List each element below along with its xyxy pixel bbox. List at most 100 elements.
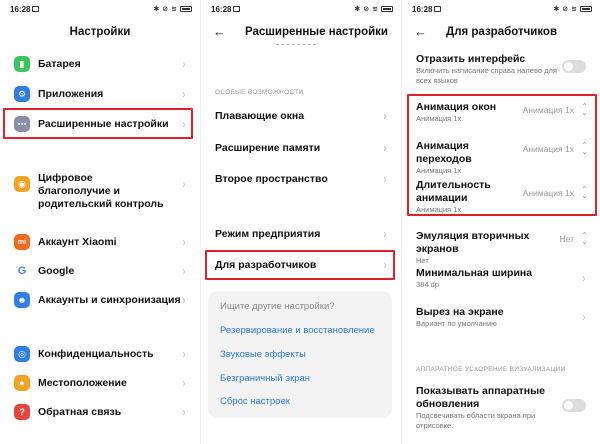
page-title: Расширенные настройки	[245, 26, 389, 38]
back-arrow-icon[interactable]: ←	[213, 24, 226, 39]
settings-item-battery[interactable]: ▮ Батарея ›	[0, 56, 200, 74]
list-item-second-space[interactable]: Второе пространство ›	[201, 171, 401, 187]
page-title: Для разработчиков	[446, 26, 558, 38]
chevron-right-icon: ›	[582, 271, 586, 285]
chevron-right-icon: ›	[182, 293, 186, 307]
status-time: 16:28	[412, 5, 433, 14]
setting-current-value: Анимация 1x	[416, 205, 462, 214]
suggestion-link-borderless-screen[interactable]: Безграничный экран	[220, 373, 310, 384]
chevron-right-icon: ›	[383, 141, 387, 155]
list-item-enterprise-mode[interactable]: Режим предприятия ›	[201, 226, 401, 242]
status-bar: 16:28 ✱ ⊘ ≋	[412, 5, 592, 17]
dropdown-value: Нет	[559, 234, 574, 244]
suggestion-link-backup[interactable]: Резервирование и восстановление	[220, 325, 375, 336]
chevron-right-icon: ›	[182, 264, 186, 278]
feedback-icon: ?	[14, 404, 30, 420]
settings-item-privacy[interactable]: ◎ Конфиденциальность ›	[0, 346, 200, 364]
settings-item-label: Приложения	[38, 88, 104, 100]
settings-item-advanced[interactable]: ⋯ Расширенные настройки ›	[0, 116, 200, 134]
mute-icon: ⊘	[162, 6, 169, 13]
setting-show-hw-updates[interactable]: Показывать аппаратные обновления Подсвеч…	[402, 385, 600, 431]
toggle-switch[interactable]	[562, 60, 586, 73]
updown-chevron-icon: ⌃ ⌄	[581, 141, 588, 156]
settings-item-feedback[interactable]: ? Обратная связь ›	[0, 404, 200, 422]
page-title: Настройки	[69, 26, 131, 38]
search-suggestions-card: Ищите другие настройки? Резервирование и…	[208, 291, 392, 418]
setting-description: Подсвечивать области экрана при отрисовк…	[416, 411, 536, 430]
updown-chevron-icon: ⌃ ⌄	[581, 231, 588, 246]
setting-secondary-displays[interactable]: Эмуляция вторичных экранов Нет Нет ⌃ ⌄	[402, 230, 600, 265]
settings-item-label: Расширенные настройки	[38, 118, 169, 130]
setting-label: Длительность анимации	[416, 179, 491, 204]
setting-label: Анимация окон	[416, 101, 497, 113]
bluetooth-icon: ✱	[553, 6, 560, 13]
list-item-label: Для разработчиков	[215, 259, 317, 271]
list-item-label: Плавающие окна	[215, 110, 305, 122]
chevron-right-icon: ›	[582, 310, 586, 324]
status-bar: 16:28 ✱ ⊘ ≋	[211, 5, 393, 17]
suggestion-link-sound-effects[interactable]: Звуковые эффекты	[220, 349, 306, 360]
setting-label: Отразить интерфейс	[416, 53, 526, 65]
battery-icon: ▮	[14, 56, 30, 72]
settings-item-label: Аккаунт Xiaomi	[38, 236, 117, 248]
chevron-right-icon: ›	[182, 376, 186, 390]
google-logo-icon: G	[14, 263, 30, 279]
section-caption: ОСОБЫЕ ВОЗМОЖНОСТИ	[215, 89, 304, 96]
dropdown-value: Анимация 1x	[522, 105, 574, 115]
dropdown-value: Анимация 1x	[522, 188, 574, 198]
chevron-right-icon: ›	[383, 172, 387, 186]
list-item-label: Режим предприятия	[215, 228, 321, 240]
back-arrow-icon[interactable]: ←	[414, 24, 427, 39]
wifi-icon: ≋	[171, 6, 177, 13]
setting-label: Показывать аппаратные обновления	[416, 385, 545, 410]
developer-options-screen: 16:28 ✱ ⊘ ≋ ← Для разработчиков Отразить…	[402, 0, 600, 444]
setting-label: Вырез на экране	[416, 306, 504, 318]
battery-status-icon	[580, 6, 592, 12]
settings-item-google[interactable]: G Google ›	[0, 263, 200, 281]
settings-item-xiaomi-account[interactable]: mi Аккаунт Xiaomi ›	[0, 234, 200, 252]
battery-status-icon	[381, 6, 393, 12]
wifi-icon: ≋	[372, 6, 378, 13]
status-time: 16:28	[211, 5, 232, 14]
setting-label: Минимальная ширина	[416, 267, 533, 279]
setting-animation-duration[interactable]: Длительность анимации Анимация 1x Анимац…	[402, 179, 600, 214]
list-item-memory-extension[interactable]: Расширение памяти ›	[201, 140, 401, 156]
chevron-right-icon: ›	[182, 57, 186, 71]
setting-mirror-interface[interactable]: Отразить интерфейс Включить написание сп…	[402, 53, 600, 85]
xiaomi-logo-icon: mi	[14, 234, 30, 250]
settings-item-wellbeing[interactable]: ◉ Цифровое благополучие и родительский к…	[0, 172, 200, 210]
wellbeing-icon: ◉	[14, 176, 30, 192]
setting-current-value: Анимация 1x	[416, 114, 462, 123]
chevron-right-icon: ›	[383, 258, 387, 272]
section-caption: АППАРАТНОЕ УСКОРЕНИЕ ВИЗУАЛИЗАЦИИ	[416, 366, 566, 373]
list-item-floating-windows[interactable]: Плавающие окна ›	[201, 108, 401, 124]
setting-transition-animation[interactable]: Анимация переходов Анимация 1x Анимация …	[402, 140, 600, 175]
setting-current-value: Нет	[416, 256, 429, 265]
setting-min-width[interactable]: Минимальная ширина 384 dp ›	[402, 267, 600, 291]
chevron-right-icon: ›	[182, 117, 186, 131]
updown-chevron-icon: ⌃ ⌄	[581, 185, 588, 200]
setting-display-cutout[interactable]: Вырез на экране Вариант по умолчанию ›	[402, 306, 600, 330]
settings-item-accounts-sync[interactable]: ☻ Аккаунты и синхронизация ›	[0, 292, 200, 310]
chevron-right-icon: ›	[383, 227, 387, 241]
search-question: Ищите другие настройки?	[220, 301, 335, 312]
suggestion-link-reset-settings[interactable]: Сброс настроек	[220, 396, 290, 407]
location-pin-icon: ●	[14, 375, 30, 391]
chevron-right-icon: ›	[182, 347, 186, 361]
chevron-right-icon: ›	[182, 177, 186, 191]
more-dots-icon: ⋯	[14, 116, 30, 132]
settings-item-apps[interactable]: ⚙ Приложения ›	[0, 86, 200, 104]
settings-item-label: Аккаунты и синхронизация	[38, 294, 181, 306]
settings-item-label: Местоположение	[38, 377, 127, 389]
settings-item-location[interactable]: ● Местоположение ›	[0, 375, 200, 393]
setting-label: Эмуляция вторичных экранов	[416, 230, 530, 255]
notification-icon	[32, 6, 40, 12]
settings-item-label: Батарея	[38, 58, 81, 70]
toggle-switch[interactable]	[562, 399, 586, 412]
bluetooth-icon: ✱	[354, 6, 361, 13]
settings-item-label: Обратная связь	[38, 406, 122, 418]
list-item-developer-options[interactable]: Для разработчиков ›	[201, 257, 401, 273]
chevron-right-icon: ›	[182, 87, 186, 101]
setting-window-animation[interactable]: Анимация окон Анимация 1x Анимация 1x ⌃ ⌄	[402, 101, 600, 125]
chevron-right-icon: ›	[182, 405, 186, 419]
